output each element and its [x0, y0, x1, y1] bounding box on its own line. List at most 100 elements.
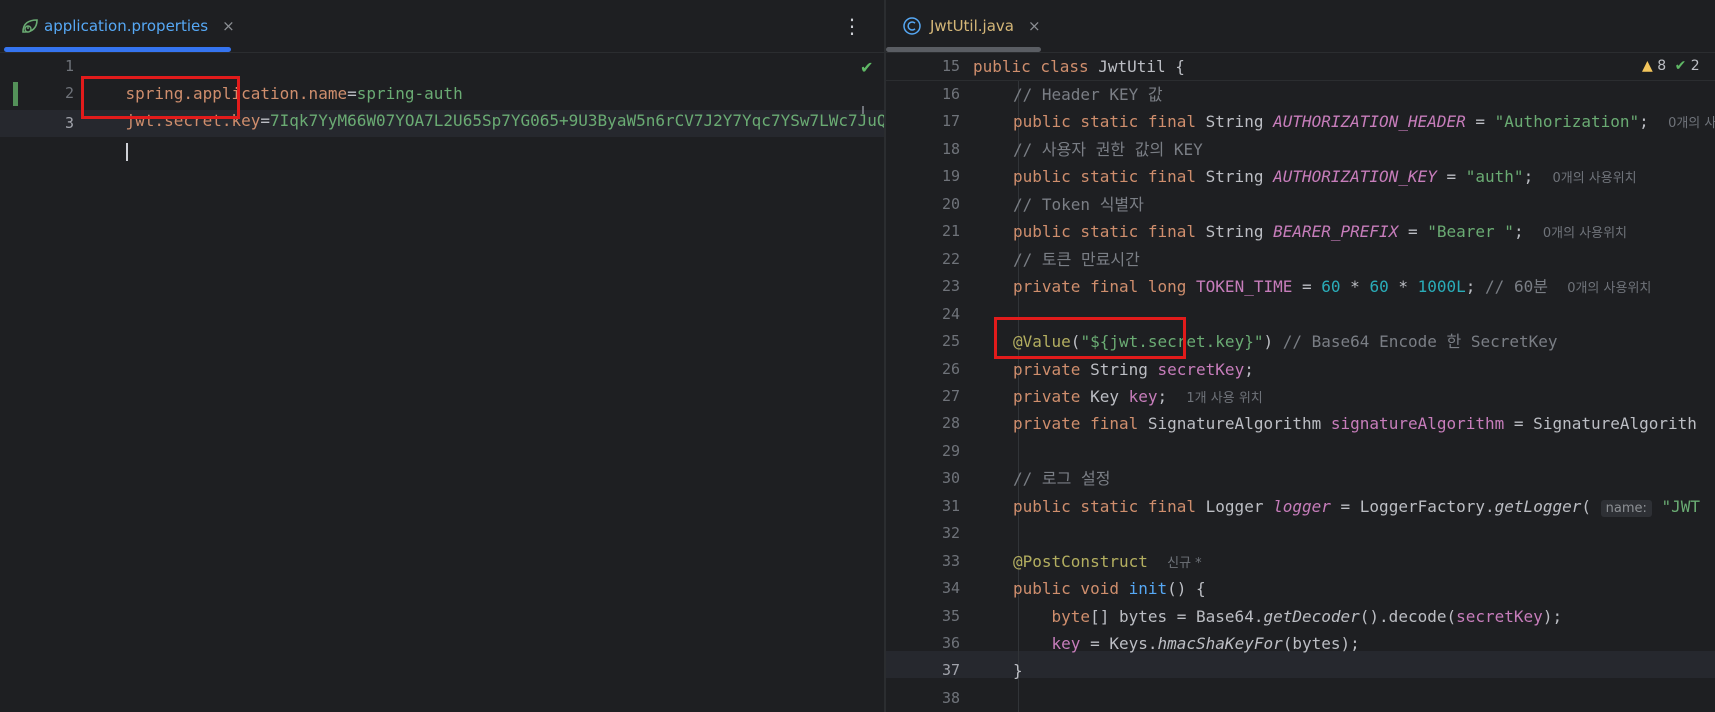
warning-count: 8: [1657, 58, 1667, 74]
code-token: = SignatureAlgorith: [1504, 414, 1697, 433]
code-line[interactable]: key = Keys.hmacShaKeyFor(bytes);: [1013, 630, 1360, 657]
code-token: String: [1205, 112, 1274, 131]
tab-label: JwtUtil.java: [930, 17, 1014, 35]
code-line[interactable]: public static final Logger logger = Logg…: [1013, 493, 1700, 520]
code-token: ;: [1465, 277, 1486, 296]
code-token: (: [1581, 497, 1601, 516]
code-token: private final long: [1013, 277, 1197, 296]
code-token: = LoggerFactory.: [1330, 497, 1495, 516]
no-problems-check-icon[interactable]: ✔: [860, 58, 873, 77]
scroll-marker: [862, 106, 864, 114]
code-line[interactable]: byte[] bytes = Base64.getDecoder().decod…: [1013, 603, 1563, 630]
line-number: 18: [941, 140, 960, 158]
code-token: public void: [1013, 579, 1129, 598]
code-token: ;: [1639, 112, 1669, 131]
line-number: 2: [64, 84, 74, 102]
code-token: key: [1051, 634, 1081, 653]
code-token: AUTHORIZATION_KEY: [1273, 167, 1437, 186]
line-number: 27: [941, 387, 960, 405]
code-token: getDecoder: [1263, 607, 1360, 626]
code-token: = Keys.: [1080, 634, 1158, 653]
usage-hint: 신규 *: [1167, 556, 1202, 571]
code-line[interactable]: private final SignatureAlgorithm signatu…: [1013, 410, 1697, 437]
code-line[interactable]: private Key key; 1개 사용 위치: [1013, 383, 1263, 410]
code-line[interactable]: // 로그 설정: [1013, 465, 1110, 492]
code-token: public static final: [1013, 112, 1206, 131]
line-number: 31: [941, 497, 960, 515]
code-line[interactable]: // Header KEY 값: [1013, 81, 1163, 108]
more-options-icon[interactable]: ⋮: [842, 14, 862, 38]
code-token: =: [1398, 222, 1428, 241]
code-line[interactable]: private final long TOKEN_TIME = 60 * 60 …: [1013, 273, 1651, 300]
code-line[interactable]: public void init() {: [1013, 575, 1206, 602]
line-number: 3: [64, 114, 74, 132]
right-editor-pane: JwtUtil.java × ▲ 8 ✔ 2 15 public class J…: [886, 0, 1715, 712]
highlight-box-secret-key: [81, 76, 240, 119]
code-line[interactable]: private String secretKey;: [1013, 356, 1254, 383]
code-token: byte: [1051, 607, 1091, 626]
line-number: 15: [941, 57, 960, 75]
line-number: 26: [941, 360, 960, 378]
code-line[interactable]: // Token 식별자: [1013, 191, 1144, 218]
left-tab-bar: application.properties × ⋮: [0, 0, 884, 53]
code-line[interactable]: // 토큰 만료시간: [1013, 246, 1140, 273]
code-line[interactable]: public static final String AUTHORIZATION…: [1013, 108, 1715, 135]
code-token: ;: [1513, 222, 1543, 241]
code-line[interactable]: public static final String BEARER_PREFIX…: [1013, 218, 1627, 245]
highlight-box-value-annotation: [994, 317, 1186, 359]
code-token: // 토큰 만료시간: [1013, 250, 1140, 269]
code-token: secretKey: [1157, 360, 1245, 379]
code-token: "JWT: [1651, 497, 1701, 516]
code-token: *: [1340, 277, 1370, 296]
code-token: String: [1205, 222, 1274, 241]
code-token: public static final: [1013, 222, 1206, 241]
check-count: 2: [1690, 58, 1700, 74]
line-number: 21: [941, 222, 960, 240]
tab-jwtutil-java[interactable]: JwtUtil.java ×: [902, 0, 1041, 52]
code-token: private: [1013, 360, 1091, 379]
line-number: 16: [941, 85, 960, 103]
line-number: 28: [941, 414, 960, 432]
code-token: =: [1436, 167, 1466, 186]
code-token: key: [1128, 387, 1158, 406]
usage-hint: 0개의 사용위치: [1542, 226, 1628, 241]
code-token: private: [1013, 387, 1091, 406]
line-number: 29: [941, 442, 960, 460]
line-number: 33: [941, 552, 960, 570]
code-token: // 로그 설정: [1013, 469, 1111, 488]
code-line[interactable]: public static final String AUTHORIZATION…: [1013, 163, 1637, 190]
code-token: TOKEN_TIME: [1196, 277, 1293, 296]
sticky-class-header[interactable]: public class JwtUtil {: [973, 53, 1185, 80]
code-token: ;: [1244, 360, 1254, 379]
code-line[interactable]: // 사용자 권한 값의 KEY: [1013, 136, 1203, 163]
close-tab-icon[interactable]: ×: [222, 17, 235, 35]
code-token: ): [1263, 332, 1283, 351]
code-token: logger: [1273, 497, 1331, 516]
warning-icon: ▲: [1642, 58, 1653, 74]
code-token: () {: [1167, 579, 1206, 598]
parameter-hint: name:: [1600, 500, 1652, 517]
code-token: secretKey: [1456, 607, 1543, 626]
code-token: =: [1465, 112, 1495, 131]
code-token: 60: [1321, 277, 1341, 296]
code-line[interactable]: @PostConstruct 신규 *: [1013, 548, 1202, 575]
code-token: Key: [1090, 387, 1129, 406]
line-number: 37: [941, 661, 960, 679]
code-token: );: [1542, 607, 1563, 626]
code-token: [] bytes = Base64.: [1090, 607, 1264, 626]
code-token: getLogger: [1494, 497, 1582, 516]
text-caret: [125, 142, 128, 161]
code-line[interactable]: }: [1013, 657, 1023, 684]
code-token: public static final: [1013, 167, 1206, 186]
code-token: // Header KEY 값: [1013, 85, 1163, 104]
tab-application-properties[interactable]: application.properties ×: [20, 0, 235, 52]
close-tab-icon[interactable]: ×: [1028, 17, 1041, 35]
line-number: 35: [941, 607, 960, 625]
class-c-icon: [902, 16, 922, 36]
inspection-widget[interactable]: ▲ 8 ✔ 2: [1642, 58, 1700, 74]
code-token: }: [1013, 661, 1023, 680]
code-token: private final: [1013, 414, 1148, 433]
line-number: 25: [941, 332, 960, 350]
